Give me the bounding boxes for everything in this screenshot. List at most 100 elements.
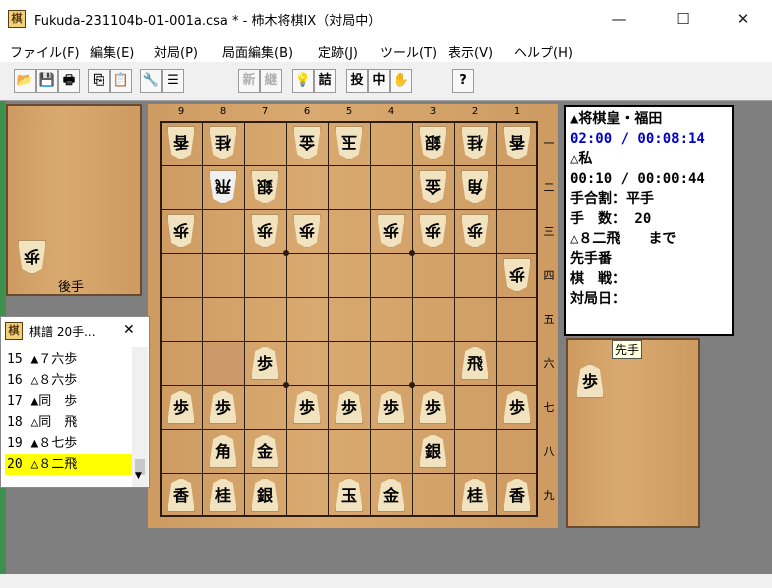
sente-piece[interactable]: 歩 <box>503 390 531 424</box>
interrupt-button[interactable]: 中 <box>368 69 390 93</box>
star-point <box>409 382 415 388</box>
grid-line-h <box>162 341 536 342</box>
continue-button[interactable]: 継 <box>260 69 282 93</box>
kifu-title: 棋譜 20手... <box>29 325 96 339</box>
file-label: 2 <box>471 106 479 117</box>
sente-piece[interactable]: 銀 <box>419 434 447 468</box>
menu-position-edit[interactable]: 局面編集(B) <box>222 42 293 61</box>
kifu-scrollbar[interactable]: ▼ <box>132 347 148 487</box>
rank-label: 七 <box>543 401 555 414</box>
sente-clock: 02:00 / 00:08:14 <box>570 131 705 147</box>
gote-piece[interactable]: 歩 <box>419 214 447 248</box>
toolbar: 📂 💾 🖶 ⎘ 📋 🔧 ☰ 新 継 💡 詰 投 中 ✋ ? <box>0 62 772 101</box>
sente-piece[interactable]: 金 <box>377 478 405 512</box>
tsume-button[interactable]: 詰 <box>314 69 336 93</box>
file-label: 8 <box>219 106 227 117</box>
sente-player-name: ▲将棋皇・福田 <box>570 111 663 127</box>
file-label: 5 <box>345 106 353 117</box>
grid-line-v <box>454 123 455 515</box>
menu-file[interactable]: ファイル(F) <box>10 42 80 61</box>
minimize-button[interactable]: — <box>596 0 642 38</box>
kifu-entry[interactable]: 19 ▲８七歩 <box>5 433 133 454</box>
gote-piece[interactable]: 歩 <box>503 258 531 292</box>
game-info-panel: ▲将棋皇・福田 02:00 / 00:08:14 △私 00:10 / 00:0… <box>564 105 734 336</box>
kifu-move-list[interactable]: 15 ▲７六歩 16 △８六歩 17 ▲同 歩 18 △同 飛 19 ▲８七歩 20 △８… <box>5 349 133 475</box>
sente-piece[interactable]: 歩 <box>419 390 447 424</box>
menu-help[interactable]: ヘルプ(H) <box>514 42 573 61</box>
gote-piece[interactable]: 歩 <box>461 214 489 248</box>
scroll-down-icon[interactable]: ▼ <box>135 471 142 481</box>
gote-piece[interactable]: 桂 <box>461 126 489 160</box>
wrench-icon[interactable]: 🔧 <box>140 69 162 93</box>
gote-piece[interactable]: 玉 <box>335 126 363 160</box>
grid-line-v <box>286 123 287 515</box>
print-icon[interactable]: 🖶 <box>58 69 80 93</box>
kifu-window[interactable]: 棋 棋譜 20手... ✕ 15 ▲７六歩 16 △８六歩 17 ▲同 歩 18 △同… <box>0 316 150 488</box>
kifu-app-icon: 棋 <box>5 322 23 340</box>
maximize-button[interactable]: ☐ <box>660 0 706 38</box>
file-label: 1 <box>513 106 521 117</box>
sente-piece[interactable]: 玉 <box>335 478 363 512</box>
sente-hand-piece[interactable]: 歩 <box>576 364 604 398</box>
copy-icon[interactable]: ⎘ <box>88 69 110 93</box>
hint-icon[interactable]: 💡 <box>292 69 314 93</box>
gote-piece[interactable]: 歩 <box>293 214 321 248</box>
gote-piece-stand[interactable]: 歩 後手 <box>6 104 142 296</box>
menu-joseki[interactable]: 定跡(J) <box>318 42 358 61</box>
sente-piece[interactable]: 歩 <box>293 390 321 424</box>
help-icon[interactable]: ? <box>452 69 474 93</box>
hand-icon[interactable]: ✋ <box>390 69 412 93</box>
kifu-entry[interactable]: 20 △８二飛 <box>5 454 133 475</box>
kifu-entry[interactable]: 18 △同 飛 <box>5 412 133 433</box>
menu-game[interactable]: 対局(P) <box>154 42 198 61</box>
rank-label: 六 <box>543 357 555 370</box>
gote-piece[interactable]: 金 <box>419 170 447 204</box>
open-icon[interactable]: 📂 <box>14 69 36 93</box>
gote-piece[interactable]: 角 <box>461 170 489 204</box>
rank-label: 五 <box>543 313 555 326</box>
sente-piece[interactable]: 飛 <box>461 346 489 380</box>
menu-edit[interactable]: 編集(E) <box>90 42 134 61</box>
star-point <box>283 250 289 256</box>
resign-button[interactable]: 投 <box>346 69 368 93</box>
sente-piece[interactable]: 歩 <box>377 390 405 424</box>
file-label: 9 <box>177 106 185 117</box>
menu-tools[interactable]: ツール(T) <box>380 42 437 61</box>
close-button[interactable]: ✕ <box>720 0 766 38</box>
gote-hand-piece[interactable]: 歩 <box>18 240 46 274</box>
status-bar <box>0 574 772 588</box>
grid-line-v <box>496 123 497 515</box>
grid-line-h <box>162 165 536 166</box>
window-title: Fukuda-231104b-01-001a.csa * - 柿木将棋IX（対局… <box>34 14 382 29</box>
sente-piece-stand[interactable]: 歩 <box>566 338 700 528</box>
rank-label: 八 <box>543 445 555 458</box>
file-label: 7 <box>261 106 269 117</box>
gote-piece[interactable]: 香 <box>503 126 531 160</box>
grid-line-h <box>162 385 536 386</box>
new-game-button[interactable]: 新 <box>238 69 260 93</box>
title-bar: 棋 Fukuda-231104b-01-001a.csa * - 柿木将棋IX（… <box>0 0 772 38</box>
paste-icon[interactable]: 📋 <box>110 69 132 93</box>
sente-label: 先手 <box>612 340 643 359</box>
event: 棋 戦： <box>570 271 626 287</box>
rank-label: 三 <box>543 225 555 238</box>
gote-piece[interactable]: 金 <box>293 126 321 160</box>
kifu-entry[interactable]: 15 ▲７六歩 <box>5 349 133 370</box>
grid-line-h <box>162 473 536 474</box>
gote-piece[interactable]: 歩 <box>377 214 405 248</box>
gote-piece[interactable]: 銀 <box>419 126 447 160</box>
sente-piece[interactable]: 桂 <box>461 478 489 512</box>
kifu-entry[interactable]: 17 ▲同 歩 <box>5 391 133 412</box>
kifu-entry[interactable]: 16 △８六歩 <box>5 370 133 391</box>
sente-piece[interactable]: 歩 <box>335 390 363 424</box>
file-label: 3 <box>429 106 437 117</box>
save-icon[interactable]: 💾 <box>36 69 58 93</box>
turn-indicator: 先手番 <box>570 251 612 267</box>
list-icon[interactable]: ☰ <box>162 69 184 93</box>
last-move: △８二飛 まで <box>570 231 677 247</box>
rank-label: 一 <box>543 137 555 150</box>
kifu-close-button[interactable]: ✕ <box>123 322 135 338</box>
sente-piece[interactable]: 香 <box>503 478 531 512</box>
rank-label: 九 <box>543 489 555 502</box>
menu-view[interactable]: 表示(V) <box>448 42 493 61</box>
